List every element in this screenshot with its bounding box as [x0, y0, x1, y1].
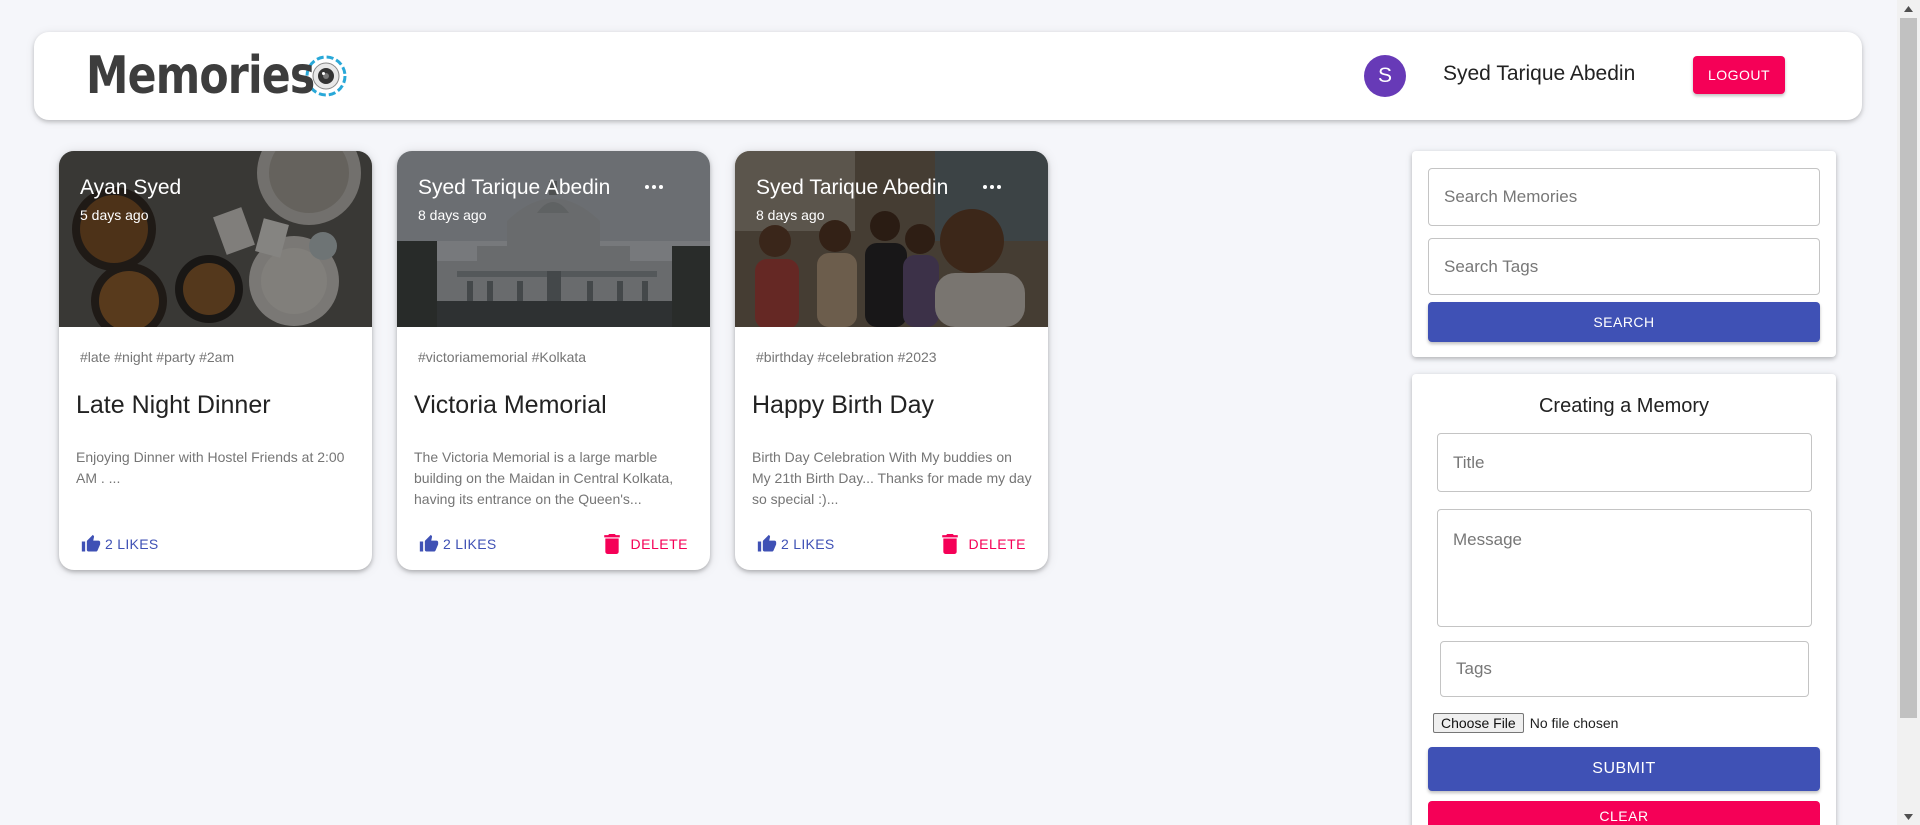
card-image-monument: Syed Tarique Abedin 8 days ago	[397, 151, 710, 327]
scroll-thumb[interactable]	[1900, 18, 1917, 718]
memory-card[interactable]: Syed Tarique Abedin 8 days ago #victoria…	[397, 151, 710, 570]
card-message: The Victoria Memorial is a large marble …	[414, 449, 674, 507]
trash-icon	[941, 534, 958, 554]
scroll-up-arrow-icon[interactable]	[1897, 0, 1920, 17]
card-tags: #birthday #celebration #2023	[756, 349, 937, 365]
search-panel: Search Memories Search Tags SEARCH	[1412, 151, 1836, 357]
submit-button[interactable]: SUBMIT	[1428, 747, 1820, 791]
card-time: 5 days ago	[80, 207, 149, 223]
card-time: 8 days ago	[418, 207, 487, 223]
brand-title: Memories	[86, 46, 315, 106]
delete-label: DELETE	[630, 536, 688, 552]
thumb-up-icon	[757, 534, 777, 552]
clear-button[interactable]: CLEAR	[1428, 801, 1820, 825]
like-button[interactable]: 2 LIKES	[757, 534, 834, 554]
page-scrollbar[interactable]	[1897, 0, 1920, 825]
trash-icon	[603, 534, 620, 554]
scroll-down-arrow-icon[interactable]	[1897, 808, 1920, 825]
search-memories-input[interactable]: Search Memories	[1428, 168, 1820, 226]
tags-input[interactable]: Tags	[1440, 641, 1809, 697]
choose-file-button[interactable]: Choose File	[1433, 713, 1524, 733]
more-options-icon[interactable]	[978, 175, 1006, 199]
delete-button[interactable]: DELETE	[941, 534, 1026, 554]
like-button[interactable]: 2 LIKES	[419, 534, 496, 554]
card-message: Enjoying Dinner with Hostel Friends at 2…	[76, 449, 345, 486]
title-input[interactable]: Title	[1437, 433, 1812, 492]
card-image-group: Syed Tarique Abedin 8 days ago	[735, 151, 1048, 327]
search-button[interactable]: SEARCH	[1428, 302, 1820, 342]
like-count: 2 LIKES	[443, 536, 497, 552]
like-count: 2 LIKES	[781, 536, 835, 552]
delete-label: DELETE	[968, 536, 1026, 552]
like-button[interactable]: 2 LIKES	[81, 534, 158, 554]
card-message: Birth Day Celebration With My buddies on…	[752, 449, 1032, 507]
delete-button[interactable]: DELETE	[603, 534, 688, 554]
brand[interactable]: Memories	[86, 46, 348, 106]
card-image-food: Ayan Syed 5 days ago	[59, 151, 372, 327]
card-time: 8 days ago	[756, 207, 825, 223]
thumb-up-icon	[81, 534, 101, 552]
memory-card[interactable]: Ayan Syed 5 days ago #late #night #party…	[59, 151, 372, 570]
like-count: 2 LIKES	[105, 536, 159, 552]
file-status: No file chosen	[1529, 715, 1619, 731]
card-title: Victoria Memorial	[414, 391, 607, 419]
file-upload: Choose File No file chosen	[1433, 713, 1618, 733]
user-name: Syed Tarique Abedin	[1443, 62, 1636, 85]
card-title: Happy Birth Day	[752, 391, 935, 419]
memory-card[interactable]: Syed Tarique Abedin 8 days ago #birthday…	[735, 151, 1048, 570]
card-author: Ayan Syed	[80, 176, 182, 199]
card-tags: #late #night #party #2am	[80, 349, 235, 365]
card-author: Syed Tarique Abedin	[418, 176, 611, 199]
app-bar: Memories S Syed Tarique Abedin LOGOUT	[34, 32, 1862, 120]
avatar[interactable]: S	[1364, 55, 1406, 97]
card-author: Syed Tarique Abedin	[756, 176, 949, 199]
more-options-icon[interactable]	[640, 175, 668, 199]
card-tags: #victoriamemorial #Kolkata	[418, 349, 587, 365]
message-textarea[interactable]: Message	[1437, 509, 1812, 627]
search-tags-input[interactable]: Search Tags	[1428, 238, 1820, 295]
form-title: Creating a Memory	[1538, 395, 1710, 417]
logout-button[interactable]: LOGOUT	[1693, 56, 1785, 94]
card-title: Late Night Dinner	[76, 391, 271, 419]
thumb-up-icon	[419, 534, 439, 552]
create-memory-form: Creating a Memory Title Message Tags Cho…	[1412, 374, 1836, 825]
